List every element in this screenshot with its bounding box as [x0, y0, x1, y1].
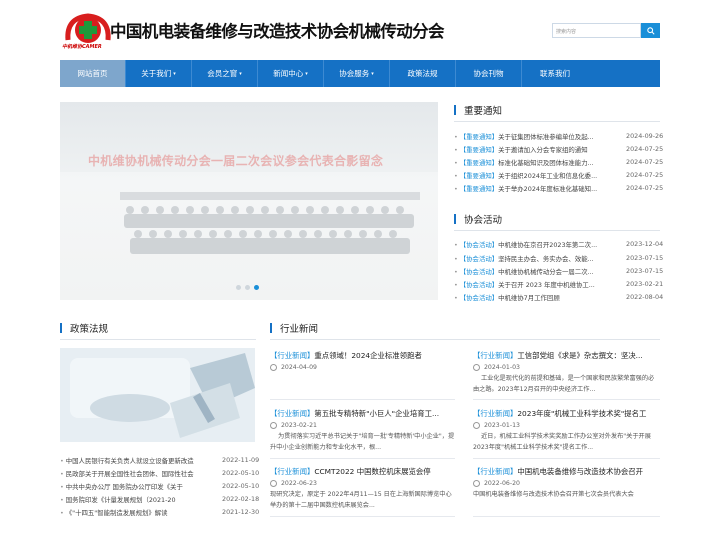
policy-item[interactable]: • 中国人民银行有关负责人就设立设备更新改造 — [60, 456, 210, 465]
divider — [270, 458, 455, 459]
clock-icon — [473, 422, 480, 429]
search-input[interactable]: 搜索内容 — [552, 23, 641, 38]
notice-item[interactable]: • 【重要通知】关于邀请加入分会专家组的通知 — [454, 145, 612, 154]
policy-item[interactable]: • 国务院印发《计量发展规划（2021-20 — [60, 495, 210, 504]
nav-home[interactable]: 网站首页 — [60, 60, 126, 87]
news-date: 2023-01-13 — [473, 422, 520, 429]
activity-date: 2023-07-15 — [626, 267, 664, 275]
divider — [473, 516, 660, 517]
main-nav: 网站首页 关于我们 ▾ 会员之窗 ▾ 新闻中心 ▾ 协会服务 ▾ 政策法规 协会刊物 联… — [60, 60, 660, 87]
activity-date: 2023-07-15 — [626, 254, 664, 262]
group-photo — [120, 192, 420, 254]
news-desc: 工业化是现代化的前提和基础，是一个国家和民族繁荣富强的必由之路。2023年12月… — [473, 375, 655, 393]
logo-text: 中机维协CAMER — [62, 44, 102, 50]
news-date: 2023-02-21 — [270, 422, 317, 429]
chevron-down-icon: ▾ — [371, 70, 374, 77]
notice-item[interactable]: • 【重要通知】关于组织2024年工业和信息化委... — [454, 171, 612, 180]
policy-item[interactable]: • 民政部关于开展全国性社会团体、国际性社会 — [60, 469, 210, 478]
notice-date: 2024-07-25 — [626, 184, 664, 192]
activities-header: 协会活动 — [454, 212, 502, 226]
chevron-down-icon: ▾ — [239, 70, 242, 77]
news-date: 2022-06-20 — [473, 480, 520, 487]
policy-date: 2022-05-10 — [222, 469, 260, 477]
policy-item[interactable]: • 中共中央办公厅 国务院办公厅印发《关于 — [60, 482, 210, 491]
slider-dot[interactable] — [245, 285, 250, 290]
notice-date: 2024-07-25 — [626, 171, 664, 179]
divider — [473, 399, 660, 400]
clock-icon — [473, 364, 480, 371]
policy-header: 政策法规 — [60, 321, 108, 335]
nav-journal[interactable]: 协会刊物 — [456, 60, 522, 87]
divider — [454, 121, 660, 122]
news-desc: 近日，机械工业科学技术奖奖励工作办公室对外发布"关于开展2023年度"机械工业科… — [473, 433, 651, 451]
news-date: 2024-01-03 — [473, 364, 520, 371]
nav-services[interactable]: 协会服务 ▾ — [324, 60, 390, 87]
divider — [454, 230, 660, 231]
divider — [270, 516, 455, 517]
slider-dots — [236, 285, 259, 290]
news-desc: 现研究决定，原定于 2022年4月11—15 日在上海新国际博览中心举办的第十二… — [270, 491, 452, 509]
policy-image[interactable] — [60, 348, 255, 442]
clock-icon — [473, 480, 480, 487]
activity-date: 2023-12-04 — [626, 240, 664, 248]
chevron-down-icon: ▾ — [173, 70, 176, 77]
industry-header: 行业新闻 — [270, 321, 318, 335]
activity-item[interactable]: • 【协会活动】中机维协在京召开2023年第二次... — [454, 240, 612, 249]
news-desc: 为贯彻落实习近平总书记关于"培育一批'专精特新'中小企业"，提升中小企业创新能力… — [270, 433, 455, 451]
news-date: 2022-06-23 — [270, 480, 317, 487]
news-title[interactable]: 【行业新闻】CCMT2022 中国数控机床展览会停 — [270, 466, 455, 477]
news-title[interactable]: 【行业新闻】第五批专精特新"小巨人"企业培育工... — [270, 408, 455, 419]
divider — [473, 458, 660, 459]
notice-date: 2024-07-25 — [626, 158, 664, 166]
news-date: 2024-04-09 — [270, 364, 317, 371]
news-desc: 中国机电装备维修与改造技术协会召开第七次会员代表大会 — [473, 491, 634, 498]
news-title[interactable]: 【行业新闻】重点领域！2024企业标准领跑者 — [270, 350, 455, 361]
notice-item[interactable]: • 【重要通知】标准化基础知识及团体标准能力... — [454, 158, 612, 167]
banner-sign: 中机维协机械传动分会一届二次会议参会代表合影留念 — [88, 154, 384, 168]
activity-date: 2022-08-04 — [626, 293, 664, 301]
policy-date: 2022-05-10 — [222, 482, 260, 490]
divider — [60, 339, 256, 340]
activity-date: 2023-02-21 — [626, 280, 664, 288]
activity-item[interactable]: • 【协会活动】关于召开 2023 年度中机维协工... — [454, 280, 612, 289]
nav-policy[interactable]: 政策法规 — [390, 60, 456, 87]
notice-date: 2024-09-26 — [626, 132, 664, 140]
slider-dot[interactable] — [236, 285, 241, 290]
site-title: 中国机电装备维修与改造技术协会机械传动分会 — [110, 22, 445, 41]
nav-news[interactable]: 新闻中心 ▾ — [258, 60, 324, 87]
search-button[interactable] — [641, 23, 660, 38]
activity-item[interactable]: • 【协会活动】中机维协7月工作回顾 — [454, 293, 612, 302]
divider — [270, 339, 660, 340]
nav-members[interactable]: 会员之窗 ▾ — [192, 60, 258, 87]
news-title[interactable]: 【行业新闻】中国机电装备维修与改造技术协会召开 — [473, 466, 660, 477]
activity-item[interactable]: • 【协会活动】坚持民主办会、务实办会、效能... — [454, 254, 612, 263]
slider-dot-active[interactable] — [254, 285, 259, 290]
news-title[interactable]: 【行业新闻】工信部党组《求是》杂志撰文：坚决... — [473, 350, 660, 361]
clock-icon — [270, 480, 277, 487]
banner-slider[interactable]: 中机维协机械传动分会一届二次会议参会代表合影留念 — [60, 102, 438, 300]
clock-icon — [270, 422, 277, 429]
activity-item[interactable]: • 【协会活动】中机维协机械传动分会一届二次... — [454, 267, 612, 276]
policy-item[interactable]: • 《"十四五"智能制造发展规划》解读 — [60, 508, 210, 517]
notices-header: 重要通知 — [454, 103, 502, 117]
policy-date: 2022-02-18 — [222, 495, 260, 503]
nav-about[interactable]: 关于我们 ▾ — [126, 60, 192, 87]
news-title[interactable]: 【行业新闻】2023年度"机械工业科学技术奖"提名工 — [473, 408, 660, 419]
nav-contact[interactable]: 联系我们 — [522, 60, 660, 87]
notice-date: 2024-07-25 — [626, 145, 664, 153]
search-icon — [646, 26, 655, 35]
policy-date: 2022-11-09 — [222, 456, 260, 464]
divider — [270, 399, 455, 400]
notice-item[interactable]: • 【重要通知】关于举办2024年度标准化基础知... — [454, 184, 612, 193]
chevron-down-icon: ▾ — [305, 70, 308, 77]
policy-date: 2021-12-30 — [222, 508, 260, 516]
clock-icon — [270, 364, 277, 371]
notice-item[interactable]: • 【重要通知】关于征集团体标准参编单位及起... — [454, 132, 612, 141]
